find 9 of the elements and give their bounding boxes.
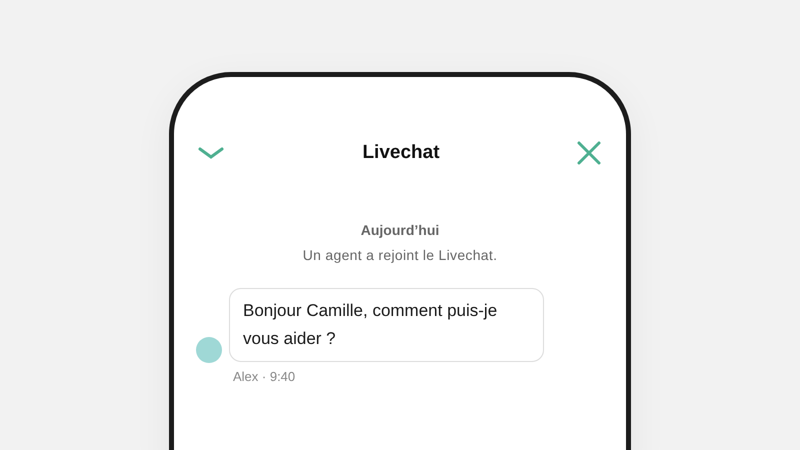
- date-label: Aujourd’hui: [360, 220, 440, 240]
- message-bubble: Bonjour Camille, comment puis-je vous aider ?: [229, 288, 544, 362]
- chevron-down-icon: [198, 146, 224, 160]
- message-meta: Alex · 9:40: [233, 368, 296, 386]
- system-message: Un agent a rejoint le Livechat.: [302, 246, 498, 265]
- chat-title: Livechat: [362, 141, 440, 165]
- agent-avatar: [196, 336, 222, 362]
- close-icon: [577, 141, 601, 166]
- close-button[interactable]: [576, 140, 602, 166]
